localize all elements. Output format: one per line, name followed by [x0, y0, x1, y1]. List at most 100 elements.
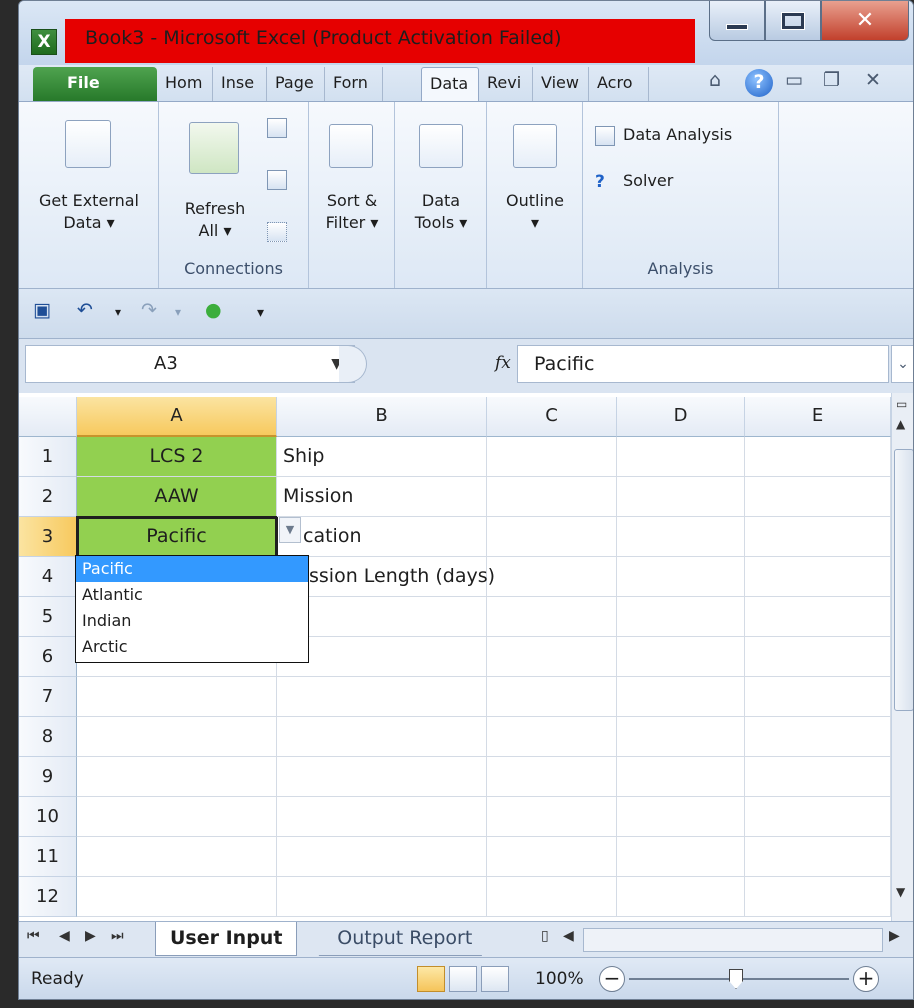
cell-c3[interactable]: [487, 517, 617, 557]
scroll-down-icon[interactable]: ▼: [896, 885, 905, 899]
edit-links-icon[interactable]: [267, 222, 287, 242]
cell-c12[interactable]: [487, 877, 617, 917]
row-header-8[interactable]: 8: [19, 717, 77, 757]
cell-b1[interactable]: Ship: [277, 437, 487, 477]
data-analysis-button[interactable]: Data Analysis: [623, 124, 732, 146]
scroll-up-icon[interactable]: ▲: [896, 417, 905, 431]
cell-e4[interactable]: [745, 557, 891, 597]
cell-e5[interactable]: [745, 597, 891, 637]
sort-filter-button[interactable]: Sort & Filter ▾: [309, 190, 395, 234]
vertical-scroll-thumb[interactable]: [894, 449, 913, 711]
row-header-12[interactable]: 12: [19, 877, 77, 917]
tab-data[interactable]: Data: [421, 67, 479, 101]
cell-d2[interactable]: [617, 477, 745, 517]
row-header-10[interactable]: 10: [19, 797, 77, 837]
cell-e7[interactable]: [745, 677, 891, 717]
formula-input[interactable]: Pacific: [517, 345, 889, 383]
cell-c4[interactable]: [487, 557, 617, 597]
cell-c1[interactable]: [487, 437, 617, 477]
cell-e11[interactable]: [745, 837, 891, 877]
list-item[interactable]: Arctic: [76, 634, 308, 660]
help-icon[interactable]: ?: [745, 69, 773, 97]
list-item[interactable]: Pacific: [76, 556, 308, 582]
solver-button[interactable]: Solver: [623, 170, 673, 192]
col-header-b[interactable]: B: [277, 397, 487, 437]
cell-a10[interactable]: [77, 797, 277, 837]
cell-e8[interactable]: [745, 717, 891, 757]
tab-page-layout[interactable]: Page: [267, 67, 325, 101]
cell-e3[interactable]: [745, 517, 891, 557]
cell-b11[interactable]: [277, 837, 487, 877]
sheet-tab-user-input[interactable]: User Input: [155, 922, 298, 956]
cell-d1[interactable]: [617, 437, 745, 477]
cell-a11[interactable]: [77, 837, 277, 877]
horizontal-scrollbar[interactable]: [583, 928, 883, 952]
cell-b12[interactable]: [277, 877, 487, 917]
tab-file[interactable]: File: [33, 67, 157, 101]
scroll-left-icon[interactable]: ◀: [563, 928, 574, 944]
list-item[interactable]: Indian: [76, 608, 308, 634]
zoom-out-button[interactable]: −: [599, 966, 625, 992]
cell-d6[interactable]: [617, 637, 745, 677]
col-header-d[interactable]: D: [617, 397, 745, 437]
cell-c2[interactable]: [487, 477, 617, 517]
cell-e10[interactable]: [745, 797, 891, 837]
row-header-4[interactable]: 4: [19, 557, 77, 597]
row-header-11[interactable]: 11: [19, 837, 77, 877]
vertical-scrollbar[interactable]: ▭ ▲ ▼: [891, 393, 913, 925]
row-header-1[interactable]: 1: [19, 437, 77, 477]
save-icon[interactable]: ▣: [33, 299, 51, 321]
zoom-in-button[interactable]: +: [853, 966, 879, 992]
row-header-9[interactable]: 9: [19, 757, 77, 797]
cell-d8[interactable]: [617, 717, 745, 757]
minimize-button[interactable]: [709, 1, 765, 41]
cell-c11[interactable]: [487, 837, 617, 877]
maximize-button[interactable]: [765, 1, 821, 41]
cell-c5[interactable]: [487, 597, 617, 637]
cell-e1[interactable]: [745, 437, 891, 477]
page-layout-view-button[interactable]: [449, 966, 477, 992]
zoom-level[interactable]: 100%: [535, 969, 584, 989]
tab-split-icon[interactable]: ▯: [541, 928, 549, 944]
redo-dropdown-icon[interactable]: ▾: [175, 305, 181, 319]
cell-c6[interactable]: [487, 637, 617, 677]
cell-a8[interactable]: [77, 717, 277, 757]
get-external-data-button[interactable]: Get External Data ▾: [19, 190, 159, 234]
cell-d12[interactable]: [617, 877, 745, 917]
cell-d9[interactable]: [617, 757, 745, 797]
validation-dropdown-button[interactable]: ▼: [279, 517, 301, 543]
cell-d4[interactable]: [617, 557, 745, 597]
data-tools-button[interactable]: Data Tools ▾: [395, 190, 487, 234]
row-header-7[interactable]: 7: [19, 677, 77, 717]
cell-b10[interactable]: [277, 797, 487, 837]
outline-button[interactable]: Outline ▾: [487, 190, 583, 234]
refresh-all-button[interactable]: Refresh All ▾: [171, 198, 259, 242]
split-box-icon[interactable]: ▭: [896, 397, 907, 411]
cell-c8[interactable]: [487, 717, 617, 757]
cell-d3[interactable]: [617, 517, 745, 557]
insert-function-icon[interactable]: fx: [495, 353, 511, 373]
cell-c9[interactable]: [487, 757, 617, 797]
tab-home[interactable]: Hom: [157, 67, 213, 101]
zoom-slider-thumb[interactable]: [729, 969, 743, 989]
properties-icon[interactable]: [267, 170, 287, 190]
tab-review[interactable]: Revi: [479, 67, 533, 101]
cell-b9[interactable]: [277, 757, 487, 797]
undo-dropdown-icon[interactable]: ▾: [115, 305, 121, 319]
doc-restore-icon[interactable]: ❐: [823, 69, 840, 91]
doc-close-icon[interactable]: ✕: [865, 69, 881, 91]
col-header-a[interactable]: A: [77, 397, 277, 437]
tab-insert[interactable]: Inse: [213, 67, 267, 101]
page-break-view-button[interactable]: [481, 966, 509, 992]
cell-e9[interactable]: [745, 757, 891, 797]
row-header-3[interactable]: 3: [19, 517, 77, 557]
connections-icon[interactable]: [267, 118, 287, 138]
expand-formula-bar-icon[interactable]: ⌄: [891, 345, 913, 383]
cell-d11[interactable]: [617, 837, 745, 877]
undo-icon[interactable]: ↶: [77, 299, 93, 321]
cell-b7[interactable]: [277, 677, 487, 717]
row-header-2[interactable]: 2: [19, 477, 77, 517]
excel-app-icon[interactable]: X: [31, 29, 57, 55]
tab-formulas[interactable]: Forn: [325, 67, 383, 101]
cell-a3[interactable]: Pacific: [76, 516, 278, 558]
